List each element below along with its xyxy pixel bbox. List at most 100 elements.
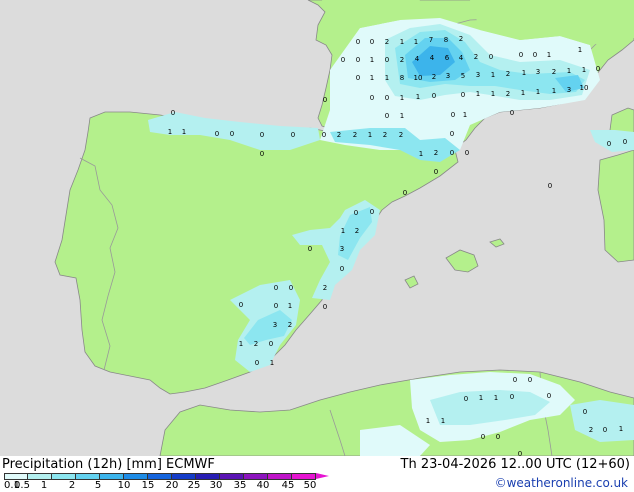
precip-value-label: 6 [445, 54, 450, 62]
precip-value-label: 1 [385, 74, 389, 82]
precip-value-label: 0 [260, 131, 264, 139]
precip-value-label: 1 [370, 74, 374, 82]
precip-value-label: 0 [450, 149, 454, 157]
precip-value-label: 0 [341, 56, 345, 64]
precip-value-label: 0 [385, 94, 389, 102]
precip-value-label: 1 [522, 69, 526, 77]
precip-value-label: 0 [603, 426, 607, 434]
precip-value-label: 0 [547, 392, 551, 400]
legend-tick-label: 30 [209, 480, 223, 491]
legend-swatch [148, 473, 173, 480]
precip-value-label: 1 [400, 112, 404, 120]
precip-value-label: 0 [171, 109, 175, 117]
precip-value-label: 2 [474, 53, 478, 61]
precip-value-label: 3 [273, 321, 277, 329]
precip-value-label: 2 [459, 35, 463, 43]
precip-value-label: 0 [481, 433, 485, 441]
precip-value-label: 8 [444, 36, 448, 44]
precip-value-label: 2 [589, 426, 593, 434]
precip-value-label: 1 [270, 359, 274, 367]
precip-value-label: 0 [274, 284, 278, 292]
legend-swatch [196, 473, 221, 480]
precip-value-label: 1 [521, 89, 525, 97]
legend-swatch [172, 473, 197, 480]
precip-value-label: 0 [403, 189, 407, 197]
precip-value-label: 10 [414, 74, 423, 82]
legend-tick-label: 35 [233, 480, 247, 491]
precip-value-label: 1 [494, 394, 498, 402]
precip-value-label: 0 [489, 53, 493, 61]
legend-tick-label: 10 [117, 480, 131, 491]
legend-swatch [4, 473, 29, 480]
legend-ticks: 0.1 0.5 1 2 5 10 15 20 25 30 35 40 45 50 [0, 480, 340, 492]
precip-value-label: 1 [476, 90, 480, 98]
precip-value-label: 0 [434, 168, 438, 176]
legend-swatch [28, 473, 53, 480]
precip-value-label: 0 [255, 359, 259, 367]
precip-value-label: 5 [461, 72, 465, 80]
precip-value-label: 0 [465, 149, 469, 157]
precip-value-label: 0 [513, 376, 517, 384]
precip-value-label: 2 [337, 131, 341, 139]
legend-tick-label: 5 [94, 480, 102, 491]
credit-link[interactable]: ©weatheronline.co.uk [495, 476, 628, 490]
precip-value-label: 7 [429, 36, 433, 44]
precip-value-label: 8 [400, 74, 404, 82]
precip-value-label: 0 [607, 140, 611, 148]
legend-colorbar [4, 473, 330, 480]
precip-value-label: 3 [340, 245, 344, 253]
legend-tick-label: 1 [40, 480, 48, 491]
precip-value-label: 1 [441, 417, 445, 425]
precip-value-label: 0 [461, 91, 465, 99]
precip-value-label: 3 [536, 68, 540, 76]
precip-value-label: 2 [552, 68, 556, 76]
precip-value-label: 3 [567, 86, 571, 94]
precip-value-label: 0 [239, 301, 243, 309]
precip-value-label: 3 [446, 72, 450, 80]
precip-value-label: 1 [582, 66, 586, 74]
precip-value-label: 1 [414, 38, 418, 46]
legend-swatch [76, 473, 101, 480]
precip-value-label: 0 [496, 433, 500, 441]
valid-time: Th 23-04-2026 12..00 UTC (12+60) [400, 457, 631, 472]
precip-value-label: 1 [370, 56, 374, 64]
precip-value-label: 0 [464, 395, 468, 403]
precip-value-label: 1 [288, 302, 292, 310]
legend-tick-label: 2 [68, 480, 76, 491]
precip-value-label: 2 [323, 284, 327, 292]
precip-value-label: 0 [432, 92, 436, 100]
precip-value-label: 1 [547, 51, 551, 59]
precip-value-label: 1 [578, 46, 582, 54]
precip-value-label: 1 [400, 94, 404, 102]
precip-value-label: 1 [552, 87, 556, 95]
precip-value-label: 0 [356, 74, 360, 82]
map-footer: Precipitation (12h) [mm] ECMWF Th 23-04-… [0, 456, 634, 492]
precip-value-label: 1 [491, 90, 495, 98]
precip-value-label: 1 [491, 71, 495, 79]
precip-value-label: 2 [254, 340, 258, 348]
precip-value-label: 0 [451, 111, 455, 119]
precip-value-label: 2 [399, 131, 403, 139]
precip-value-label: 1 [619, 425, 623, 433]
legend-swatch [124, 473, 149, 480]
precip-value-label: 1 [168, 128, 172, 136]
legend-swatch [52, 473, 77, 480]
precip-value-label: 0 [370, 208, 374, 216]
precip-value-label: 0 [533, 51, 537, 59]
precip-value-label: 2 [383, 131, 387, 139]
legend-tick-label: 40 [256, 480, 270, 491]
precip-value-label: 2 [400, 56, 404, 64]
precip-value-label: 0 [340, 265, 344, 273]
precip-value-label: 0 [385, 112, 389, 120]
precip-value-label: 4 [459, 54, 464, 62]
precip-value-label: 1 [368, 131, 372, 139]
precip-value-label: 2 [432, 73, 436, 81]
precip-value-label: 0 [528, 376, 532, 384]
legend-swatch [220, 473, 245, 480]
product-title: Precipitation (12h) [mm] ECMWF [2, 457, 215, 472]
precip-value-label: 1 [479, 394, 483, 402]
precip-value-label: 0 [291, 131, 295, 139]
precipitation-map: 0 0 2 1 1 7 8 20 0 1 0 2 4 4 6 4 2 0 0 0 110 1 1 8 10 2 3 5 3 1 2 1 3 2 1 1… [0, 0, 634, 456]
precip-value-label: 0 [269, 340, 273, 348]
legend-tick-label: 0.5 [14, 480, 30, 491]
